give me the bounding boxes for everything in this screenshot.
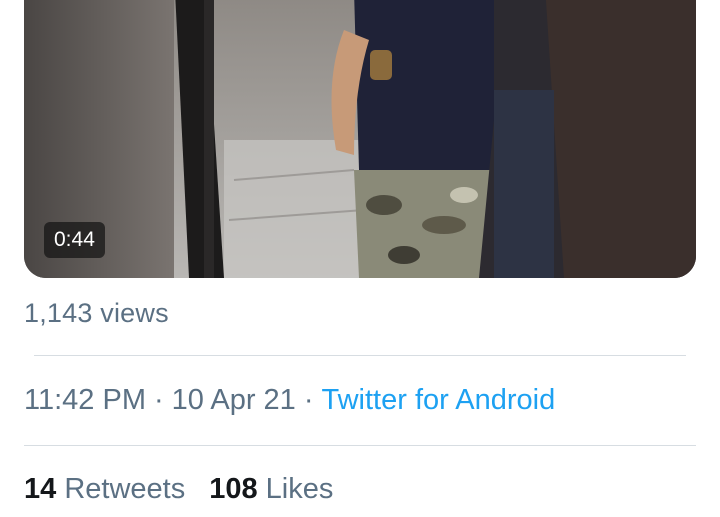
view-count: 1,143 views [24,298,169,328]
video-duration-badge: 0:44 [44,222,105,258]
tweet-time[interactable]: 11:42 PM [24,384,146,416]
retweets-stat[interactable]: 14 Retweets [24,473,185,505]
tweet-date[interactable]: 10 Apr 21 [172,384,296,416]
video-thumbnail [24,0,696,278]
separator-dot: · [303,384,314,416]
likes-label: Likes [265,473,334,505]
separator-dot: · [153,384,164,416]
retweets-label: Retweets [64,473,186,505]
tweet-metadata: 11:42 PM · 10 Apr 21 · Twitter for Android [24,384,555,417]
video-player[interactable] [24,0,696,278]
divider [34,355,686,356]
divider [24,445,696,446]
tweet-source-link[interactable]: Twitter for Android [321,384,555,416]
retweets-count: 14 [24,473,57,505]
likes-stat[interactable]: 108 Likes [209,473,333,505]
engagement-stats: 14 Retweets 108 Likes [24,473,333,506]
video-duration: 0:44 [54,228,95,251]
tweet-detail: 0:44 1,143 views 11:42 PM · 10 Apr 21 · Twit… [0,0,720,517]
likes-count: 108 [209,473,258,505]
